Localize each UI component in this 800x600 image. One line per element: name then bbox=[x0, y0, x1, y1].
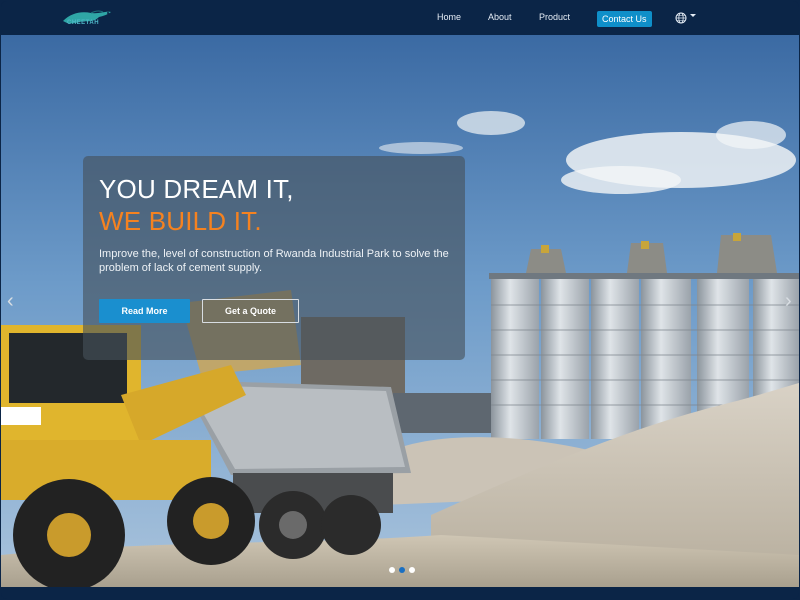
top-navbar: CHEETAH Home About Product Contact Us bbox=[1, 1, 799, 35]
contact-us-button[interactable]: Contact Us bbox=[597, 11, 652, 27]
nav-about-link[interactable]: About bbox=[488, 12, 512, 22]
hero-headline-line2: WE BUILD IT. bbox=[99, 206, 262, 236]
globe-icon[interactable] bbox=[675, 12, 687, 24]
carousel-dot-3[interactable] bbox=[409, 567, 415, 573]
nav-product-link[interactable]: Product bbox=[539, 12, 570, 22]
hero-caption-panel: YOU DREAM IT, WE BUILD IT. Improve the, … bbox=[83, 156, 465, 360]
bottom-bar bbox=[1, 587, 799, 599]
logo-text: CHEETAH bbox=[67, 20, 100, 26]
chevron-left-icon[interactable]: ‹ bbox=[7, 291, 14, 311]
chevron-down-icon[interactable] bbox=[690, 14, 696, 17]
nav-home-link[interactable]: Home bbox=[437, 12, 461, 22]
hero-carousel: YOU DREAM IT, WE BUILD IT. Improve the, … bbox=[1, 35, 799, 587]
carousel-dot-1[interactable] bbox=[389, 567, 395, 573]
carousel-dot-2[interactable] bbox=[399, 567, 405, 573]
chevron-right-icon[interactable]: › bbox=[785, 291, 792, 311]
carousel-indicators bbox=[389, 567, 419, 575]
page: CHEETAH Home About Product Contact Us YO… bbox=[1, 1, 799, 599]
read-more-button[interactable]: Read More bbox=[99, 299, 190, 323]
hero-description: Improve the, level of construction of Rw… bbox=[99, 248, 449, 274]
hero-headline-line1: YOU DREAM IT, bbox=[99, 174, 294, 204]
get-a-quote-button[interactable]: Get a Quote bbox=[202, 299, 299, 323]
